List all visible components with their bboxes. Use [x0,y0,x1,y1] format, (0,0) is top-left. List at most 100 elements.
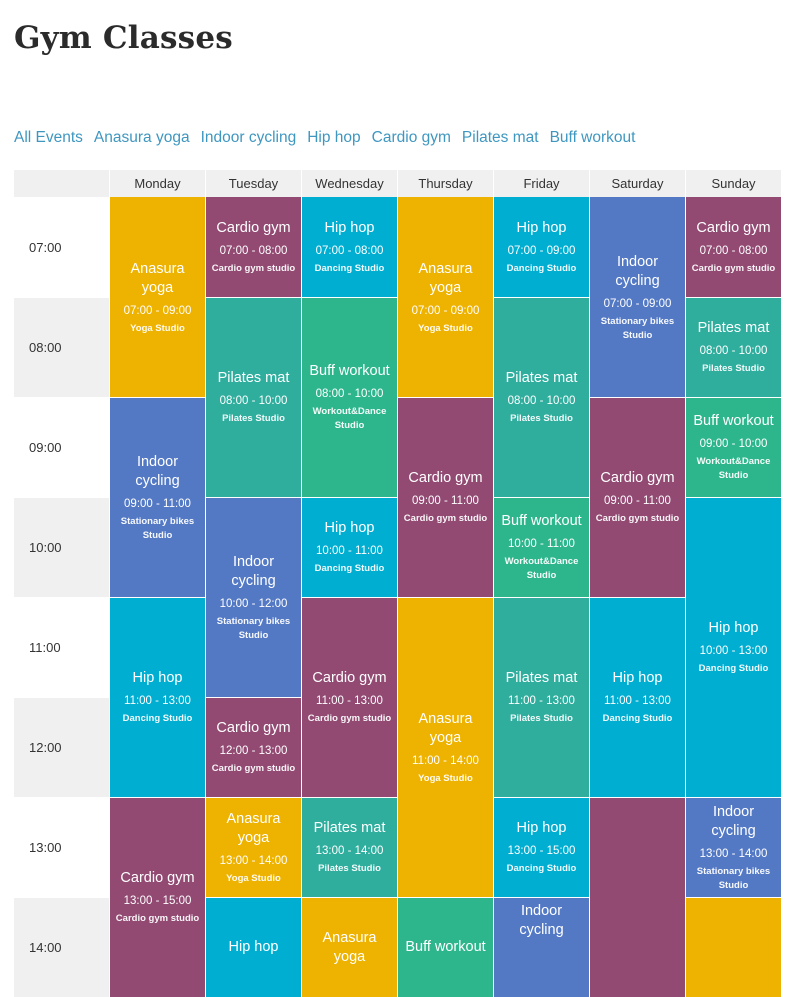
event-pilates-mat[interactable]: Pilates mat 08:00 - 10:00 Pilates Studio [686,298,781,397]
event-pilates-mat[interactable]: Pilates mat 11:00 - 13:00 Pilates Studio [494,598,589,797]
event-location: Cardio gym studio [595,513,680,524]
event-time: 11:00 - 13:00 [124,695,191,707]
time-slot-label: 14:00 [14,898,109,997]
time-slot-label: 12:00 [14,698,109,797]
event-cardio-gym[interactable]: Cardio gym 07:00 - 08:00 Cardio gym studio [686,198,781,297]
event-anasura-yoga[interactable]: Anasura yoga [302,898,397,997]
filter-pilates-mat[interactable]: Pilates mat [462,129,539,147]
event-time: 07:00 - 08:00 [699,245,768,257]
event-location: Cardio gym studio [691,263,776,274]
event-filter-bar: All Events Anasura yoga Indoor cycling H… [14,129,635,147]
event-cardio-gym[interactable]: Cardio gym 09:00 - 11:00 Cardio gym studio [590,398,685,597]
filter-indoor-cycling[interactable]: Indoor cycling [201,129,297,147]
event-title: Cardio gym [600,470,675,486]
filter-cardio-gym[interactable]: Cardio gym [372,129,451,147]
event-location: Stationary bikes Studio [600,315,675,341]
time-slot-label: 10:00 [14,498,109,597]
event-location: Workout&Dance Studio [312,406,387,431]
event-indoor-cycling[interactable]: Indoor cycling 13:00 - 14:00 Stationary bi… [686,798,781,897]
event-buff-workout[interactable]: Buff workout [398,898,493,997]
event-location: Cardio gym studio [403,513,488,524]
event-anasura-yoga[interactable]: Anasura yoga 13:00 - 14:00 Yoga Studio [206,798,301,897]
event-location: Pilates Studio [222,413,285,424]
time-slot-label: 13:00 [29,840,62,855]
event-hip-hop[interactable]: Hip hop 11:00 - 13:00 Dancing Studio [110,598,205,797]
event-title: Indoor cycling [519,903,564,938]
filter-hip-hop[interactable]: Hip hop [307,129,360,147]
event-location: Yoga Studio [226,872,281,884]
filter-all-events[interactable]: All Events [14,129,83,147]
event-cardio-gym[interactable] [590,798,685,997]
event-location: Yoga Studio [418,772,473,784]
day-header-wednesday: Wednesday [302,170,397,197]
event-hip-hop[interactable]: Hip hop 07:00 - 08:00 Dancing Studio [302,198,397,297]
day-header-sunday: Sunday [686,170,781,197]
event-time: 11:00 - 13:00 [316,695,383,707]
event-cardio-gym[interactable]: Cardio gym 09:00 - 11:00 Cardio gym studio [398,398,493,597]
event-anasura-yoga[interactable]: Anasura yoga 07:00 - 09:00 Yoga Studio [110,198,205,397]
event-anasura-yoga[interactable]: Anasura yoga 07:00 - 09:00 Yoga Studio [398,198,493,397]
filter-buff-workout[interactable]: Buff workout [550,129,636,147]
event-title: Pilates mat [505,370,578,386]
event-time: 09:00 - 11:00 [124,497,191,510]
event-time: 10:00 - 13:00 [699,645,768,657]
event-title: Hip hop [324,520,375,536]
day-header-thursday: Thursday [398,170,493,197]
event-title: Buff workout [693,413,774,429]
event-title: Buff workout [309,363,390,379]
event-hip-hop[interactable]: Hip hop 10:00 - 11:00 Dancing Studio [302,498,397,597]
day-header-friday: Friday [494,170,589,197]
event-hip-hop[interactable]: Hip hop 10:00 - 13:00 Dancing Studio [686,498,781,797]
event-title: Indoor cycling [711,803,756,839]
event-title: Indoor cycling [615,253,660,289]
event-time: 08:00 - 10:00 [315,388,384,400]
event-title: Hip hop [132,670,183,686]
event-buff-workout[interactable]: Buff workout 09:00 - 10:00 Workout&Dance S… [686,398,781,497]
event-time: 13:00 - 14:00 [219,854,288,867]
event-hip-hop[interactable]: Hip hop [206,898,301,997]
event-title: Cardio gym [696,220,771,236]
event-title: Anasura yoga [418,710,473,746]
event-title: Anasura yoga [322,929,377,965]
time-slot-label: 08:00 [14,298,109,397]
event-time: 13:00 - 15:00 [123,895,192,907]
event-location: Dancing Studio [122,713,193,724]
event-time: 11:00 - 13:00 [604,695,671,707]
event-title: Hip hop [708,620,759,636]
event-title: Cardio gym [408,470,483,486]
event-time: 13:00 - 15:00 [507,845,576,857]
event-anasura-yoga[interactable]: Anasura yoga 11:00 - 14:00 Yoga Studio [398,598,493,897]
event-time: 07:00 - 08:00 [315,245,384,257]
event-location: Pilates Studio [702,363,765,374]
event-title: Buff workout [405,939,486,955]
event-indoor-cycling[interactable]: Indoor cycling 10:00 - 12:00 Stationary bi… [206,498,301,697]
event-cardio-gym[interactable]: Cardio gym 13:00 - 15:00 Cardio gym studio [110,798,205,997]
filter-anasura-yoga[interactable]: Anasura yoga [94,129,190,147]
event-cardio-gym[interactable]: Cardio gym 12:00 - 13:00 Cardio gym studio [206,698,301,797]
event-buff-workout[interactable]: Buff workout 10:00 - 11:00 Workout&Dance S… [494,498,589,597]
event-location: Stationary bikes Studio [120,515,195,541]
event-location: Dancing Studio [506,263,577,274]
event-pilates-mat[interactable]: Pilates mat 08:00 - 10:00 Pilates Studio [494,298,589,497]
event-location: Workout&Dance Studio [696,456,771,481]
event-cardio-gym[interactable]: Cardio gym 11:00 - 13:00 Cardio gym studio [302,598,397,797]
event-indoor-cycling[interactable]: Indoor cycling 09:00 - 11:00 Stationary bi… [110,398,205,597]
event-hip-hop[interactable]: Hip hop 13:00 - 15:00 Dancing Studio [494,798,589,897]
event-location: Dancing Studio [602,713,673,724]
event-time: 13:00 - 14:00 [315,845,384,857]
event-indoor-cycling[interactable]: Indoor cycling 07:00 - 09:00 Stationary bi… [590,198,685,397]
event-hip-hop[interactable]: Hip hop 11:00 - 13:00 Dancing Studio [590,598,685,797]
event-time: 13:00 - 14:00 [699,847,768,860]
event-time: 09:00 - 10:00 [699,438,768,450]
event-title: Indoor cycling [231,553,276,589]
event-pilates-mat[interactable]: Pilates mat 13:00 - 14:00 Pilates Studio [302,798,397,897]
event-buff-workout[interactable]: Buff workout 08:00 - 10:00 Workout&Dance S… [302,298,397,497]
event-cardio-gym[interactable]: Cardio gym 07:00 - 08:00 Cardio gym studio [206,198,301,297]
event-title: Hip hop [612,670,663,686]
event-pilates-mat[interactable]: Pilates mat 08:00 - 10:00 Pilates Studio [206,298,301,497]
event-hip-hop[interactable]: Hip hop 07:00 - 09:00 Dancing Studio [494,198,589,297]
timetable: Monday Tuesday Wednesday Thursday Friday Satu… [14,170,782,997]
event-time: 12:00 - 13:00 [219,745,288,757]
event-anasura-yoga[interactable] [686,898,781,997]
event-indoor-cycling[interactable]: Indoor cycling [494,898,589,997]
